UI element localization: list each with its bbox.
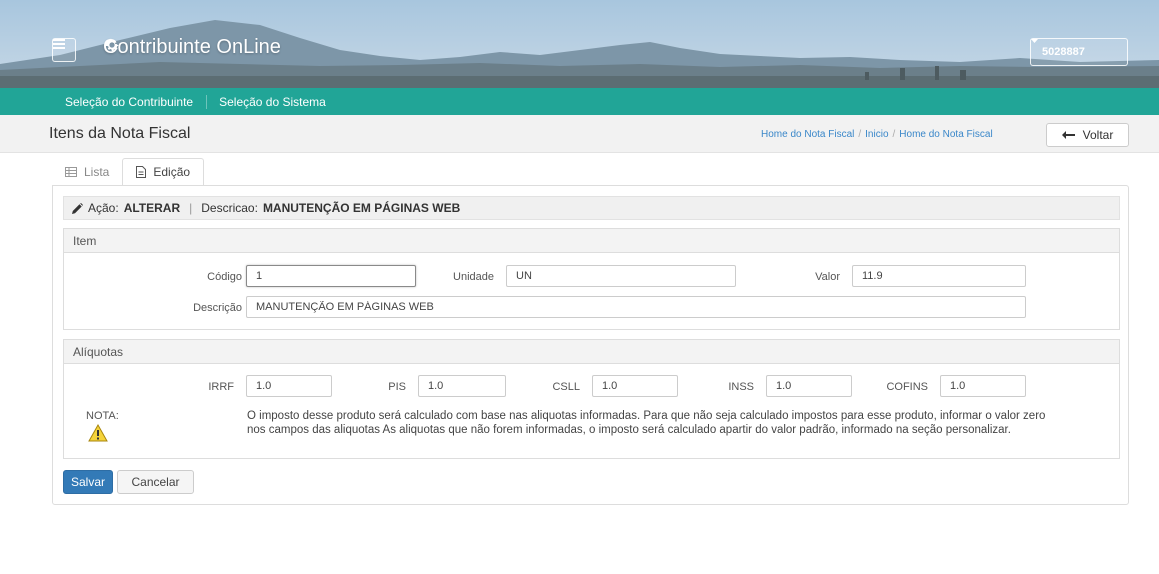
codigo-label: Código (207, 271, 242, 283)
codigo-input[interactable] (246, 265, 416, 287)
page-title: Itens da Nota Fiscal (49, 125, 191, 142)
valor-input[interactable] (852, 265, 1026, 287)
nav-item-sistema[interactable]: Seleção do Sistema (207, 95, 339, 109)
cofins-input[interactable] (940, 375, 1026, 397)
table-icon (65, 167, 77, 177)
app-title: Contribuinte OnLine (103, 36, 281, 59)
pencil-icon (72, 202, 83, 214)
irrf-label: IRRF (208, 381, 234, 393)
warning-icon (88, 424, 108, 442)
tab-edicao-label: Edição (153, 165, 191, 179)
unidade-label: Unidade (453, 271, 494, 283)
item-section-title: Item (64, 229, 1119, 253)
gear-icon (104, 38, 119, 51)
tab-lista[interactable]: Lista (52, 158, 122, 186)
user-id-label: 5028887 (1042, 46, 1085, 58)
inss-label: INSS (728, 381, 754, 393)
description-value: MANUTENÇÃO EM PÁGINAS WEB (262, 201, 461, 215)
tab-lista-label: Lista (84, 165, 110, 179)
nav-item-contribuinte[interactable]: Seleção do Contribuinte (53, 94, 208, 109)
cofins-label: COFINS (886, 381, 928, 393)
app-title-text: Contribuinte OnLine (103, 36, 281, 58)
breadcrumb-separator: / (858, 129, 862, 140)
document-icon (136, 166, 147, 178)
action-separator: | (189, 201, 193, 215)
menu-toggle-button[interactable] (52, 38, 76, 62)
back-button-label: Voltar (1082, 128, 1114, 142)
breadcrumb: Home do Nota Fiscal / Inicio / Home do N… (761, 129, 993, 140)
back-button[interactable]: Voltar (1046, 123, 1129, 147)
irrf-input[interactable] (246, 375, 332, 397)
action-bar: Ação: ALTERAR | Descricao: MANUTENÇÃO EM… (63, 196, 1120, 220)
csll-label: CSLL (552, 381, 580, 393)
page-title-bar: Itens da Nota Fiscal Home do Nota Fiscal… (0, 115, 1159, 153)
hamburger-menu-icon (53, 39, 65, 49)
edit-panel: Ação: ALTERAR | Descricao: MANUTENÇÃO EM… (52, 185, 1129, 505)
item-section: Item Código Unidade Valor Descrição (63, 228, 1120, 330)
aliquotas-section: Alíquotas IRRF PIS CSLL INSS COFINS NOTA… (63, 339, 1120, 459)
save-button[interactable]: Salvar (63, 470, 113, 494)
breadcrumb-item-inicio[interactable]: Inicio (865, 129, 888, 140)
csll-input[interactable] (592, 375, 678, 397)
unidade-input[interactable] (506, 265, 736, 287)
descricao-input[interactable] (246, 296, 1026, 318)
pis-label: PIS (388, 381, 406, 393)
breadcrumb-item-home-nota-current[interactable]: Home do Nota Fiscal (899, 129, 992, 140)
descricao-label: Descrição (193, 302, 242, 314)
header-banner: Contribuinte OnLine 5028887 (0, 0, 1159, 88)
breadcrumb-item-home-nota[interactable]: Home do Nota Fiscal (761, 129, 854, 140)
arrow-left-icon (1061, 131, 1075, 139)
user-dropdown-button[interactable]: 5028887 (1030, 38, 1128, 66)
tab-edicao[interactable]: Edição (122, 158, 205, 186)
tab-bar: Lista Edição (52, 158, 205, 186)
pis-input[interactable] (418, 375, 506, 397)
valor-label: Valor (815, 271, 840, 283)
breadcrumb-separator: / (892, 129, 896, 140)
cancel-button[interactable]: Cancelar (117, 470, 194, 494)
action-value: ALTERAR (123, 201, 181, 215)
action-prefix: Ação: (88, 201, 119, 215)
nota-text: O imposto desse produto será calculado c… (247, 410, 1046, 436)
inss-input[interactable] (766, 375, 852, 397)
description-prefix: Descricao: (201, 201, 258, 215)
caret-down-icon (1031, 39, 1038, 43)
top-navbar: Seleção do Contribuinte Seleção do Siste… (0, 88, 1159, 115)
aliquotas-section-title: Alíquotas (64, 340, 1119, 364)
nota-label: NOTA: (86, 410, 119, 422)
